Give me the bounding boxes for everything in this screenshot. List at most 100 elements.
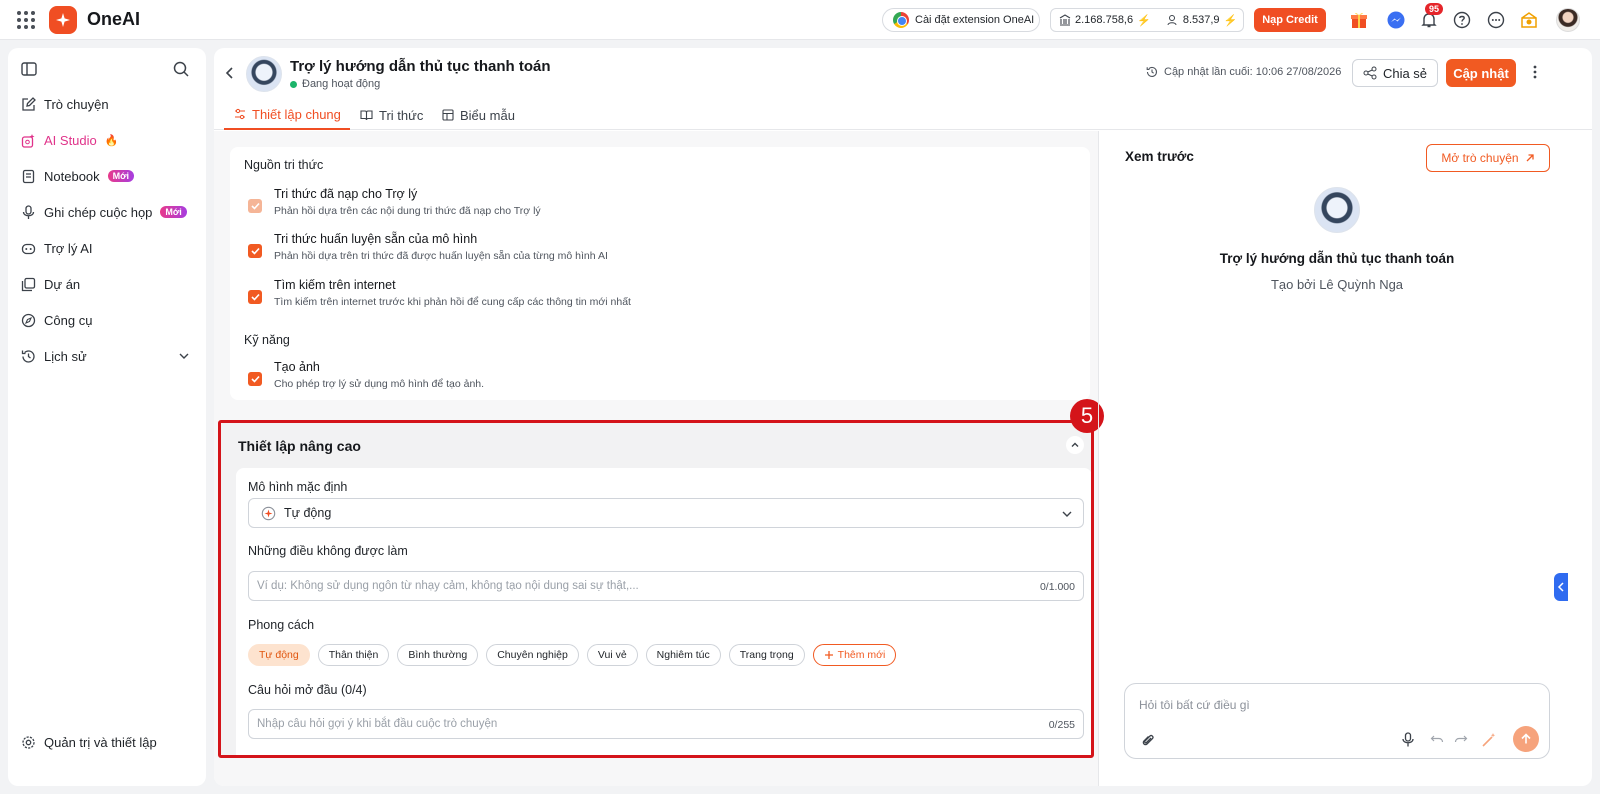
checkbox[interactable] [248,290,262,304]
tab-general-settings[interactable]: Thiết lập chung [224,100,350,130]
compass-icon [20,312,36,328]
open-chat-label: Mở trò chuyện [1441,151,1519,165]
new-badge: Mới [107,170,135,182]
checkmark-icon [250,293,260,301]
assistant-avatar [246,56,282,92]
paperclip-icon[interactable] [1141,732,1155,748]
notebook-icon [20,168,36,184]
sidebar-item-label: Công cụ [44,312,93,328]
project-icon [20,276,36,292]
apps-grid-icon[interactable] [17,11,35,29]
sidebar-item-ai-studio[interactable]: AI Studio 🔥 [20,126,196,154]
preview-title: Xem trước [1125,149,1194,164]
credit-balance[interactable]: 2.168.758,6 ⚡ 8.537,9 ⚡ [1050,8,1244,32]
install-extension-button[interactable]: Cài đặt extension OneAI [882,8,1040,32]
share-button[interactable]: Chia sẻ [1352,59,1438,87]
settings-area: Nguồn tri thức Tri thức đã nạp cho Trợ l… [214,131,1104,786]
search-icon[interactable] [172,60,190,78]
notifications-count-badge: 95 [1425,3,1444,15]
promotion-icon[interactable] [1519,10,1539,30]
user-avatar[interactable] [1556,8,1580,32]
tab-knowledge[interactable]: Tri thức [360,100,423,130]
checkmark-icon [250,202,260,210]
send-button[interactable] [1513,726,1539,752]
share-label: Chia sẻ [1382,65,1428,81]
side-panel-toggle[interactable] [1554,573,1568,601]
top-bar: OneAI Cài đặt extension OneAI 2.168.758,… [0,0,1600,40]
open-chat-button[interactable]: Mở trò chuyện [1426,144,1550,172]
install-extension-label: Cài đặt extension OneAI [915,14,1035,26]
brand-name: OneAI [87,9,141,29]
preview-created-by: Tạo bởi Lê Quỳnh Nga [1270,277,1404,292]
sidebar-toggle-icon[interactable] [20,60,38,78]
preview-assistant-name: Trợ lý hướng dẫn thủ tục thanh toán [1219,251,1455,266]
tab-bar: Thiết lập chung Tri thức Biểu mẫu [214,100,1592,130]
last-updated: Cập nhật lần cuối: 10:06 27/08/2026 [1146,66,1341,78]
option-title: Tìm kiếm trên internet [274,278,396,292]
composer-placeholder: Hỏi tôi bất cứ điều gì [1139,698,1250,712]
knowledge-card: Nguồn tri thức Tri thức đã nạp cho Trợ l… [230,147,1090,400]
bolt-icon: ⚡ [1223,14,1238,27]
template-icon [442,109,454,121]
sidebar-item-ai-assistant[interactable]: Trợ lý AI [20,234,196,262]
sidebar-item-label: Ghi chép cuộc họp [44,204,153,220]
option-title: Tạo ảnh [274,360,320,374]
sidebar-item-label: Trò chuyện [44,96,109,112]
knowledge-option-internet[interactable]: Tìm kiếm trên internet Tìm kiếm trên int… [248,278,631,308]
assistant-status: Đang hoạt động [290,78,380,90]
sidebar-item-admin-settings[interactable]: Quản trị và thiết lập [20,728,196,756]
sidebar-item-meeting-notes[interactable]: Ghi chép cuộc họp Mới [20,198,196,226]
gear-icon [20,734,36,750]
gift-icon[interactable] [1349,10,1369,30]
sidebar-item-label: Lịch sử [44,348,87,364]
back-arrow-icon[interactable] [224,66,236,80]
undo-icon[interactable] [1430,732,1444,746]
option-desc: Cho phép trợ lý sử dụng mô hình để tạo ả… [274,378,485,390]
skills-label: Kỹ năng [244,333,290,347]
sidebar-item-label: Quản trị và thiết lập [44,734,157,750]
checkmark-icon [250,247,260,255]
chevron-down-icon[interactable] [178,350,190,362]
new-badge: Mới [160,206,187,218]
tab-label: Tri thức [379,107,424,123]
ai-studio-icon [20,132,36,148]
knowledge-option-loaded[interactable]: Tri thức đã nạp cho Trợ lý Phản hồi dựa … [248,187,541,217]
tab-templates[interactable]: Biểu mẫu [442,100,515,130]
sidebar-item-label: AI Studio [44,132,97,148]
checkbox[interactable] [248,244,262,258]
more-horizontal-icon[interactable] [1486,10,1506,30]
status-label: Đang hoạt động [302,78,381,90]
book-icon [360,110,373,121]
bolt-icon: ⚡ [1137,14,1151,27]
oneai-logo[interactable] [49,6,77,34]
sidebar-item-tools[interactable]: Công cụ [20,306,196,334]
messenger-icon[interactable] [1386,10,1406,30]
credit-2-value: 8.537,9 [1182,14,1220,26]
sidebar-item-label: Trợ lý AI [44,240,93,256]
mic-icon[interactable] [1401,732,1415,748]
sidebar-item-label: Dự án [44,276,81,292]
option-title: Tri thức đã nạp cho Trợ lý [274,187,418,201]
update-button[interactable]: Cập nhật [1446,59,1516,87]
help-icon[interactable] [1452,10,1472,30]
knowledge-option-pretrained[interactable]: Tri thức huấn luyện sẵn của mô hình Phản… [248,232,608,262]
sidebar-item-chat[interactable]: Trò chuyện [20,90,196,118]
checkbox[interactable] [248,372,262,386]
checkbox[interactable] [248,199,262,213]
option-desc: Phản hồi dựa trên tri thức đã được huấn … [274,250,608,262]
user-credit-icon [1167,15,1177,26]
skill-image-generation[interactable]: Tạo ảnh Cho phép trợ lý sử dụng mô hình … [248,360,484,390]
chat-composer[interactable]: Hỏi tôi bất cứ điều gì [1124,683,1550,759]
magic-wand-icon[interactable] [1481,732,1497,748]
topup-credit-button[interactable]: Nạp Credit [1254,8,1326,32]
sidebar-item-projects[interactable]: Dự án [20,270,196,298]
chat-edit-icon [20,96,36,112]
panel-divider [1098,131,1099,786]
more-vertical-icon[interactable] [1532,64,1538,80]
last-updated-label: Cập nhật lần cuối: 10:06 27/08/2026 [1164,66,1342,78]
highlight-outline [218,420,1094,758]
sidebar-item-notebook[interactable]: Notebook Mới [20,162,196,190]
redo-icon[interactable] [1454,732,1468,746]
sidebar-item-history[interactable]: Lịch sử [20,342,196,370]
sidebar-item-label: Notebook [44,168,100,184]
